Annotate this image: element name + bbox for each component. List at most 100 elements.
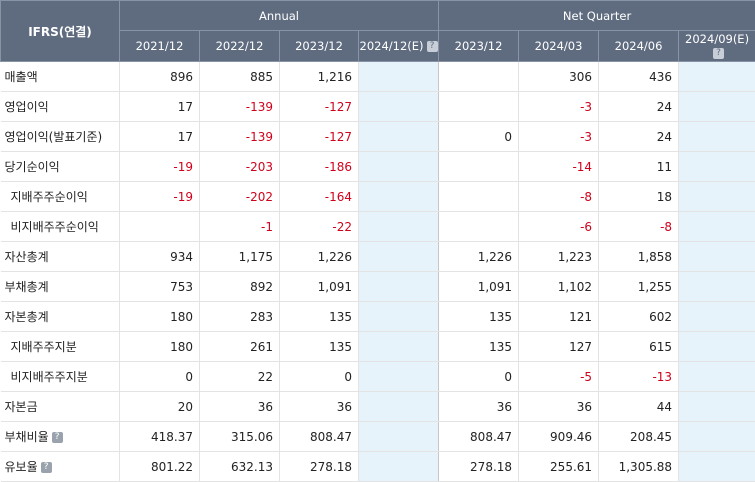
table-cell: 44 bbox=[599, 392, 679, 422]
table-cell bbox=[439, 92, 519, 122]
row-label: 비지배주주지분 bbox=[1, 362, 120, 392]
table-cell bbox=[359, 272, 439, 302]
table-row: 영업이익(발표기준)17-139-1270-324 bbox=[1, 122, 755, 152]
table-cell: -19 bbox=[120, 152, 200, 182]
table-cell bbox=[359, 242, 439, 272]
table-cell bbox=[679, 122, 755, 152]
table-cell: -8 bbox=[599, 212, 679, 242]
row-label-text: 자본총계 bbox=[5, 310, 49, 324]
table-cell: 261 bbox=[200, 332, 280, 362]
help-icon[interactable]: ? bbox=[52, 432, 63, 443]
table-cell: 808.47 bbox=[280, 422, 359, 452]
row-label: 영업이익(발표기준) bbox=[1, 122, 120, 152]
period-label: 2024/09(E) bbox=[685, 32, 749, 46]
row-label: 자산총계 bbox=[1, 242, 120, 272]
table-row: 자본금203636363644 bbox=[1, 392, 755, 422]
period-header: 2022/12 bbox=[200, 31, 280, 62]
row-label-text: 부채비율 bbox=[5, 430, 49, 444]
table-cell: -203 bbox=[200, 152, 280, 182]
period-header: 2024/03 bbox=[519, 31, 599, 62]
table-cell bbox=[359, 122, 439, 152]
table-cell: -6 bbox=[519, 212, 599, 242]
table-cell bbox=[359, 62, 439, 92]
table-cell: 1,255 bbox=[599, 272, 679, 302]
table-cell bbox=[439, 152, 519, 182]
table-cell bbox=[439, 212, 519, 242]
period-header-estimate: 2024/12(E)? bbox=[359, 31, 439, 62]
table-cell: 180 bbox=[120, 302, 200, 332]
table-cell: 1,223 bbox=[519, 242, 599, 272]
table-cell: 24 bbox=[599, 122, 679, 152]
table-row: 부채비율?418.37315.06808.47808.47909.46208.4… bbox=[1, 422, 755, 452]
table-row: 자본총계180283135135121602 bbox=[1, 302, 755, 332]
quarter-header: Net Quarter bbox=[439, 1, 755, 31]
table-cell bbox=[679, 302, 755, 332]
table-cell: 896 bbox=[120, 62, 200, 92]
table-row: 비지배주주순이익 -1-22 -6-8 bbox=[1, 212, 755, 242]
table-cell: -13 bbox=[599, 362, 679, 392]
table-cell bbox=[359, 452, 439, 482]
table-cell: 22 bbox=[200, 362, 280, 392]
row-label-text: 비지배주주순이익 bbox=[11, 220, 99, 234]
table-cell bbox=[120, 212, 200, 242]
table-cell: 418.37 bbox=[120, 422, 200, 452]
table-row: 비지배주주지분02200-5-13 bbox=[1, 362, 755, 392]
table-cell bbox=[679, 422, 755, 452]
table-row: 지배주주순이익-19-202-164-818 bbox=[1, 182, 755, 212]
table-cell: -22 bbox=[280, 212, 359, 242]
table-row: 자산총계9341,1751,2261,2261,2231,858 bbox=[1, 242, 755, 272]
table-cell: 36 bbox=[519, 392, 599, 422]
table-cell bbox=[359, 362, 439, 392]
table-cell: 135 bbox=[280, 332, 359, 362]
table-cell: 121 bbox=[519, 302, 599, 332]
help-icon[interactable]: ? bbox=[713, 48, 724, 59]
table-cell: 934 bbox=[120, 242, 200, 272]
table-cell: 283 bbox=[200, 302, 280, 332]
table-cell: 17 bbox=[120, 122, 200, 152]
row-label-text: 비지배주주지분 bbox=[11, 370, 88, 384]
table-cell: 20 bbox=[120, 392, 200, 422]
table-cell bbox=[679, 212, 755, 242]
row-label: 당기순이익 bbox=[1, 152, 120, 182]
table-cell bbox=[359, 302, 439, 332]
row-label-text: 당기순이익 bbox=[5, 160, 60, 174]
period-header-estimate: 2024/09(E)? bbox=[679, 31, 755, 62]
table-cell: 808.47 bbox=[439, 422, 519, 452]
table-cell bbox=[679, 62, 755, 92]
table-cell bbox=[679, 182, 755, 212]
period-header: 2024/06 bbox=[599, 31, 679, 62]
table-cell: 1,175 bbox=[200, 242, 280, 272]
table-cell: -3 bbox=[519, 122, 599, 152]
table-cell: -3 bbox=[519, 92, 599, 122]
table-row: 부채총계7538921,0911,0911,1021,255 bbox=[1, 272, 755, 302]
table-cell: -202 bbox=[200, 182, 280, 212]
table-cell: 1,091 bbox=[280, 272, 359, 302]
table-cell: 753 bbox=[120, 272, 200, 302]
table-cell bbox=[439, 182, 519, 212]
table-cell: 1,305.88 bbox=[599, 452, 679, 482]
table-cell: 0 bbox=[439, 362, 519, 392]
table-cell bbox=[359, 422, 439, 452]
table-cell bbox=[679, 272, 755, 302]
table-cell: 801.22 bbox=[120, 452, 200, 482]
table-cell: -1 bbox=[200, 212, 280, 242]
table-cell bbox=[679, 392, 755, 422]
row-label: 매출액 bbox=[1, 62, 120, 92]
table-cell bbox=[439, 62, 519, 92]
table-cell: 1,102 bbox=[519, 272, 599, 302]
table-row: 영업이익17-139-127-324 bbox=[1, 92, 755, 122]
table-cell: 1,091 bbox=[439, 272, 519, 302]
table-cell: 615 bbox=[599, 332, 679, 362]
table-cell bbox=[679, 242, 755, 272]
table-cell: -14 bbox=[519, 152, 599, 182]
table-cell bbox=[679, 92, 755, 122]
period-header: 2023/12 bbox=[439, 31, 519, 62]
row-label: 지배주주지분 bbox=[1, 332, 120, 362]
table-cell: 1,216 bbox=[280, 62, 359, 92]
help-icon[interactable]: ? bbox=[427, 41, 438, 52]
table-cell: 127 bbox=[519, 332, 599, 362]
period-header: 2021/12 bbox=[120, 31, 200, 62]
table-cell: 315.06 bbox=[200, 422, 280, 452]
table-cell: 1,226 bbox=[280, 242, 359, 272]
help-icon[interactable]: ? bbox=[41, 462, 52, 473]
